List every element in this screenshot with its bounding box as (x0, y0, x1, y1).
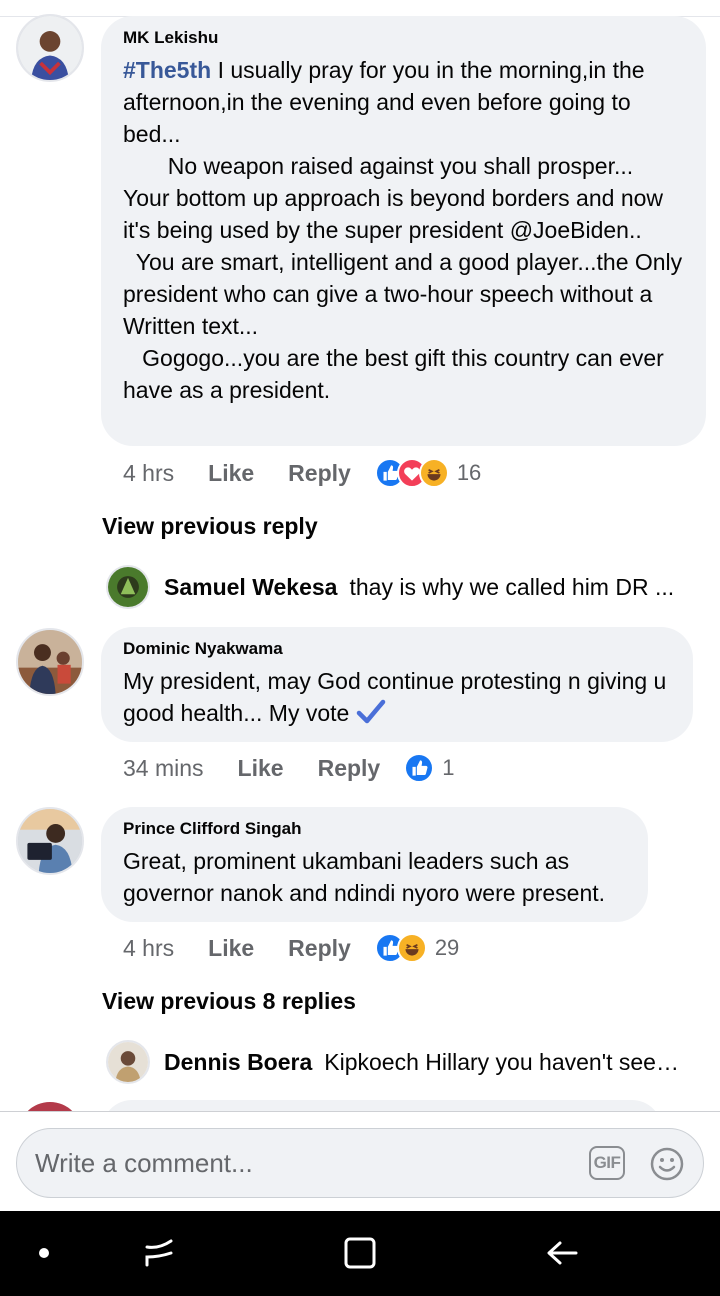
reactions-summary[interactable]: 1 (404, 753, 454, 783)
reply-author[interactable]: Samuel Wekesa (164, 574, 337, 601)
haha-icon (418, 458, 449, 488)
avatar[interactable] (106, 1040, 150, 1084)
reply-preview[interactable]: Dennis Boera Kipkoech Hillary you haven'… (106, 1039, 684, 1085)
like-button[interactable]: Like (208, 460, 254, 487)
reaction-count: 29 (434, 935, 460, 960)
comment-text: Great, prominent ukambani leaders such a… (123, 848, 606, 906)
reply-text: Kipkoech Hillary you haven't seen... (324, 1048, 684, 1075)
comment-author[interactable]: Dominic Nyakwama (123, 639, 671, 659)
avatar[interactable] (16, 807, 84, 875)
comment-text: #The5th I usually pray for you in the mo… (123, 54, 684, 406)
comment-composer-bar: GIF (0, 1111, 720, 1211)
comment-actions: 4 hrs Like Reply 16 (123, 455, 481, 491)
hashtag-link[interactable]: #The5th (123, 57, 211, 83)
dot-indicator-icon (22, 1231, 66, 1275)
emoji-icon[interactable] (649, 1146, 685, 1182)
comment-author[interactable]: Prince Clifford Singah (123, 819, 626, 839)
avatar[interactable] (16, 628, 84, 696)
comment-bubble[interactable]: Prince Clifford Singah Great, prominent … (101, 807, 648, 922)
comment-bubble[interactable]: Dominic Nyakwama My president, may God c… (101, 627, 693, 742)
reactions-summary[interactable]: 29 (374, 933, 460, 963)
reply-text: thay is why we called him DR ... (349, 573, 675, 600)
avatar[interactable] (16, 14, 84, 82)
like-button[interactable]: Like (238, 755, 284, 782)
back-icon[interactable] (540, 1231, 584, 1275)
reply-author[interactable]: Dennis Boera (164, 1049, 312, 1076)
comment-author[interactable]: MK Lekishu (123, 28, 684, 48)
comment-time[interactable]: 4 hrs (123, 935, 174, 962)
reaction-count: 1 (442, 755, 455, 780)
system-navigation-bar (0, 1211, 720, 1296)
comment-composer[interactable]: GIF (16, 1128, 704, 1198)
comment-actions: 34 mins Like Reply 1 (123, 750, 454, 786)
reactions-summary[interactable]: 16 (374, 458, 482, 488)
like-icon (404, 753, 435, 783)
checkmark-icon (356, 699, 386, 733)
reply-button[interactable]: Reply (288, 935, 351, 962)
reaction-count: 16 (456, 460, 482, 485)
comment-time[interactable]: 34 mins (123, 755, 204, 782)
comment-text: My president, may God continue protestin… (123, 665, 671, 733)
like-button[interactable]: Like (208, 935, 254, 962)
avatar[interactable] (106, 565, 150, 609)
comment-time[interactable]: 4 hrs (123, 460, 174, 487)
comment-body: My president, may God continue protestin… (123, 668, 673, 726)
comment-body: I usually pray for you in the morning,in… (123, 57, 683, 403)
reply-button[interactable]: Reply (318, 755, 381, 782)
gif-button[interactable]: GIF (589, 1146, 625, 1180)
view-previous-replies[interactable]: View previous reply (102, 513, 318, 540)
recent-apps-icon[interactable] (137, 1231, 181, 1275)
haha-icon (396, 933, 427, 963)
comment-input[interactable] (35, 1129, 575, 1197)
comment-bubble[interactable]: MK Lekishu #The5th I usually pray for yo… (101, 16, 706, 446)
reply-preview[interactable]: Samuel Wekesa thay is why we called him … (106, 564, 684, 610)
view-previous-replies[interactable]: View previous 8 replies (102, 988, 356, 1015)
reply-button[interactable]: Reply (288, 460, 351, 487)
comment-actions: 4 hrs Like Reply 29 (123, 930, 459, 966)
home-icon[interactable] (338, 1231, 382, 1275)
